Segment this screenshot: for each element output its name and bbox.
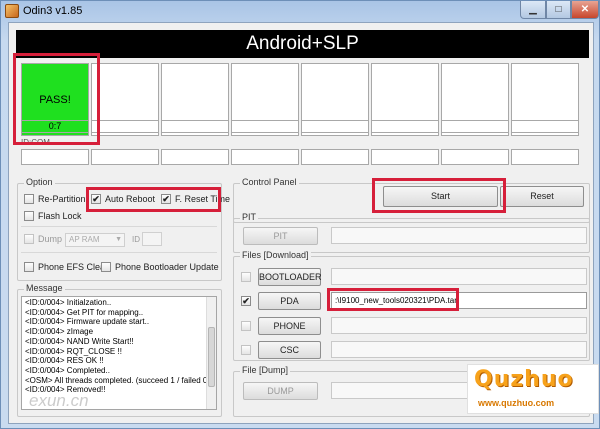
log-line: <ID:0/004> Initialzation.. (25, 298, 112, 307)
bootloader-button[interactable]: BOOTLOADER (258, 268, 322, 286)
pit-title: PIT (240, 212, 259, 222)
bootloader-path-field[interactable] (331, 268, 587, 285)
checkbox-box (241, 272, 251, 282)
com-port-4 (231, 149, 299, 165)
slot-progress-6 (371, 120, 439, 133)
pda-checkbox[interactable]: ✔ (241, 296, 255, 306)
phone-bootloader-update-checkbox[interactable]: Phone Bootloader Update (101, 262, 219, 272)
phone-button[interactable]: PHONE (258, 317, 321, 335)
slot-progress-4 (231, 120, 299, 133)
com-port-5 (301, 149, 369, 165)
chevron-down-icon: ▼ (115, 236, 122, 243)
checkbox-box (24, 262, 34, 272)
option-divider (21, 252, 217, 253)
minimize-button[interactable]: ▁ (520, 1, 546, 19)
dump-type-select[interactable]: AP RAM ▼ (65, 233, 125, 247)
dump-button[interactable]: DUMP (243, 382, 318, 400)
title-bar[interactable]: Odin3 v1.85 ▁ □ ✕ (1, 1, 599, 21)
dump-checkbox[interactable]: Dump (24, 234, 62, 244)
checkbox-box (24, 194, 34, 204)
slot-progress-5 (301, 120, 369, 133)
maximize-icon: □ (555, 4, 562, 15)
checkbox-box (241, 345, 251, 355)
logo-url: www.quzhuo.com (478, 398, 555, 408)
message-title: Message (24, 283, 65, 293)
com-port-2 (91, 149, 159, 165)
flash-lock-checkbox[interactable]: Flash Lock (24, 211, 82, 221)
file-dump-title: File [Dump] (240, 365, 291, 375)
dump-id-label: ID (132, 235, 140, 244)
log-line: <ID:0/004> Firmware update start.. (25, 317, 150, 327)
watermark-text: exun.cn (29, 391, 89, 410)
log-scrollbar[interactable] (206, 297, 216, 409)
dump-path-field[interactable] (331, 382, 471, 399)
files-title: Files [Download] (240, 250, 311, 260)
csc-button[interactable]: CSC (258, 341, 321, 359)
dump-id-input[interactable] (142, 232, 162, 246)
pit-button[interactable]: PIT (243, 227, 318, 245)
csc-path-field[interactable] (331, 341, 587, 358)
highlight-start (372, 178, 506, 213)
slot-progress-2 (91, 120, 159, 133)
scrollbar-thumb[interactable] (208, 327, 215, 387)
phone-efs-clear-checkbox[interactable]: Phone EFS Clear (24, 262, 108, 272)
log-line: <ID:0/004> Completed.. (25, 365, 110, 375)
odin-app-icon (5, 4, 19, 18)
close-icon: ✕ (580, 4, 590, 15)
model-banner: Android+SLP (16, 30, 589, 58)
bootloader-checkbox[interactable] (241, 272, 255, 282)
phone-path-field[interactable] (331, 317, 587, 334)
pit-path-field[interactable] (331, 227, 587, 244)
phone-checkbox[interactable] (241, 321, 255, 331)
minimize-icon: ▁ (529, 4, 537, 15)
pda-button[interactable]: PDA (258, 292, 321, 310)
log-line: <ID:0/004> NAND Write Start!! (25, 336, 134, 346)
com-port-8 (511, 149, 579, 165)
slot-progress-8 (511, 120, 579, 133)
csc-checkbox[interactable] (241, 345, 255, 355)
highlight-options (86, 187, 221, 212)
log-line: <ID:0/004> RQT_CLOSE !! (25, 346, 122, 356)
log-line: <ID:0/004> Get PIT for mapping.. (25, 307, 144, 317)
dump-label: Dump (38, 234, 63, 244)
dump-type-value: AP RAM (69, 235, 100, 244)
com-port-6 (371, 149, 439, 165)
control-panel-title: Control Panel (240, 177, 299, 187)
maximize-button[interactable]: □ (546, 1, 571, 19)
highlight-pda-path (327, 288, 459, 311)
option-title: Option (24, 177, 55, 187)
com-port-3 (161, 149, 229, 165)
checkbox-box (24, 234, 34, 244)
flash-lock-label: Flash Lock (38, 211, 82, 221)
window-title: Odin3 v1.85 (23, 5, 83, 17)
phone-efs-clear-label: Phone EFS Clear (38, 262, 109, 272)
checkbox-box (24, 211, 34, 221)
log-line: <OSM> All threads completed. (succeed 1 … (25, 375, 210, 385)
app-window: Odin3 v1.85 ▁ □ ✕ Android+SLP PASS! 0:7 … (0, 0, 600, 429)
com-port-7 (441, 149, 509, 165)
phone-bootloader-update-label: Phone Bootloader Update (115, 262, 219, 272)
com-port-1 (21, 149, 89, 165)
logo-name: Quzhuo (474, 367, 574, 392)
checkbox-box (101, 262, 111, 272)
quzhuo-logo: Quzhuo www.quzhuo.com (467, 364, 599, 414)
log-line: <ID:0/004> zImage (25, 327, 94, 337)
re-partition-checkbox[interactable]: Re-Partition (24, 194, 86, 204)
check-icon: ✔ (241, 296, 251, 306)
option-divider (21, 226, 217, 227)
slot-progress-7 (441, 120, 509, 133)
highlight-pass-slot (13, 53, 100, 145)
re-partition-label: Re-Partition (38, 194, 86, 204)
reset-button[interactable]: Reset (500, 186, 584, 207)
slot-progress-3 (161, 120, 229, 133)
log-line: <ID:0/004> RES OK !! (25, 356, 104, 366)
close-button[interactable]: ✕ (571, 1, 599, 19)
checkbox-box (241, 321, 251, 331)
